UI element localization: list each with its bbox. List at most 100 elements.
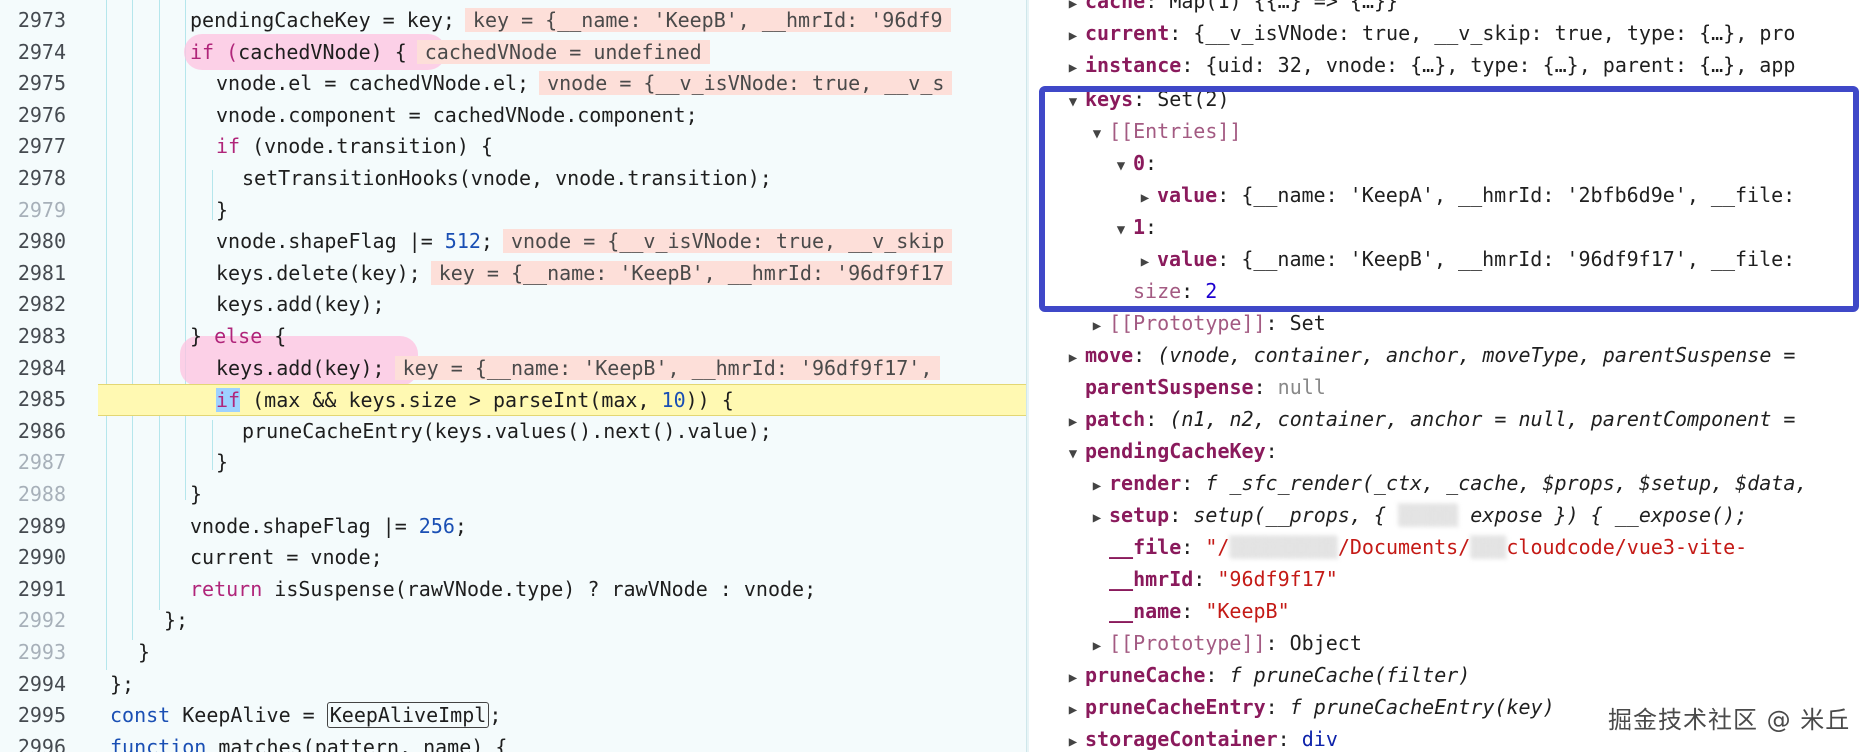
property-key: current	[1085, 21, 1170, 45]
scope-row[interactable]: ▶ pruneCache: f pruneCache(filter)	[1061, 659, 1471, 694]
code-line[interactable]: }	[0, 479, 1026, 511]
property-key: __file	[1109, 535, 1182, 559]
keyword: else	[214, 324, 263, 348]
inline-debug-value[interactable]: vnode = {__v_isVNode: true, __v_s	[539, 71, 953, 96]
scope-row[interactable]: ▼ pendingCacheKey:	[1061, 435, 1278, 467]
code-text: KeepAlive =	[170, 703, 327, 728]
property-key: pendingCacheKey	[1085, 439, 1266, 463]
code-line[interactable]: }	[0, 195, 1026, 227]
inline-debug-value[interactable]: vnode = {__v_isVNode: true, __v_skip	[502, 229, 953, 254]
scope-row[interactable]: ▶ move: (vnode, container, anchor, moveTy…	[1061, 339, 1796, 374]
scope-row[interactable]: __hmrId: "96df9f17"	[1085, 563, 1338, 595]
scope-row[interactable]: ▶ setup: setup(__props, { ▒▒▒▒▒ expose })…	[1085, 499, 1747, 531]
inline-debug-value[interactable]: cachedVNode = undefined	[416, 39, 710, 64]
code-line[interactable]: vnode.component = cachedVNode.component;	[0, 100, 1026, 132]
code-line[interactable]: keys.add(key);	[0, 289, 1026, 321]
scope-row[interactable]: ▶ storageContainer: div	[1061, 723, 1338, 752]
code-line[interactable]: }	[0, 447, 1026, 479]
separator: :	[1169, 21, 1194, 45]
code-line[interactable]: vnode.shapeFlag |= 512; vnode = {__v_isVN…	[0, 226, 1026, 258]
keyword: return	[190, 576, 263, 601]
scope-row[interactable]: ▶ render: f _sfc_render(_ctx, _cache, $pr…	[1085, 467, 1808, 502]
code-text: }	[190, 482, 203, 506]
code-line[interactable]: keys.add(key); key = {__name: 'KeepB', __…	[0, 353, 1026, 385]
code-line[interactable]: const KeepAlive = KeepAliveImpl;	[0, 700, 1026, 732]
inline-debug-value[interactable]: key = {__name: 'KeepB', __hmrId: '96df9f…	[430, 260, 953, 285]
code-line[interactable]: };	[0, 605, 1026, 637]
code-line[interactable]: if (cachedVNode) {cachedVNode = undefine…	[0, 37, 1026, 69]
keyword: if	[216, 134, 253, 159]
expand-arrow-icon[interactable]: ▶	[1085, 502, 1109, 534]
scope-row[interactable]: ▶ [[Prototype]]: Object	[1085, 627, 1362, 659]
property-key: setup	[1109, 503, 1170, 527]
code-line[interactable]: }	[0, 637, 1026, 669]
code-text: )) {	[685, 388, 734, 413]
code-text: keys.add(key);	[216, 292, 385, 317]
code-text: vnode.shapeFlag |=	[190, 513, 419, 538]
code-line[interactable]: vnode.shapeFlag |= 256;	[0, 511, 1026, 543]
scope-row[interactable]: ▶ patch: (n1, n2, container, anchor = nul…	[1061, 403, 1796, 438]
code-line[interactable]: pendingCacheKey = key; key = {__name: 'Ke…	[0, 5, 1026, 37]
scope-row[interactable]: ▶ cache: Map(1) {{…} => {…}}	[1061, 0, 1398, 17]
code-line[interactable]: } else {	[0, 321, 1026, 353]
current-execution-line[interactable]: if (max && keys.size > parseInt(max, 10)…	[98, 384, 1026, 416]
property-value: Map(1) {{…} => {…}}	[1169, 0, 1399, 13]
code-text: ;	[454, 513, 467, 538]
scope-row[interactable]: __name: "KeepB"	[1085, 595, 1290, 627]
code-text: }	[190, 324, 215, 348]
property-key: [[Prototype]]	[1109, 311, 1266, 335]
property-value: "KeepB"	[1205, 599, 1290, 623]
source-editor[interactable]: 2973 2974 2975 2976 2977 2978 2979 2980 …	[0, 0, 1026, 752]
property-key: parentSuspense	[1085, 375, 1254, 399]
property-value: /Documents/	[1337, 535, 1471, 559]
separator: :	[1145, 407, 1170, 431]
code-line[interactable]: vnode.el = cachedVNode.el; vnode = {__v_i…	[0, 68, 1026, 100]
expand-arrow-icon[interactable]: ▶	[1085, 470, 1109, 502]
separator: :	[1277, 727, 1302, 751]
code-text: (vnode.transition) {	[252, 134, 493, 159]
symbol-highlight[interactable]: KeepAliveImpl	[326, 702, 490, 729]
annotation-box	[1039, 86, 1859, 312]
code-text: };	[164, 608, 189, 633]
separator: :	[1193, 567, 1218, 591]
code-text: }	[216, 197, 229, 222]
scope-row[interactable]: ▶ pruneCacheEntry: f pruneCacheEntry(key)	[1061, 691, 1555, 723]
expand-arrow-icon[interactable]: ▶	[1085, 310, 1109, 342]
property-key: render	[1109, 471, 1182, 495]
scope-row[interactable]: __file: "/▒▒▒▒▒▒▒▒▒/Documents/▒▒▒cloudco…	[1085, 531, 1747, 563]
property-key: __name	[1109, 599, 1182, 623]
code-line[interactable]: if (vnode.transition) {	[0, 131, 1026, 163]
line-number[interactable]: 2985	[0, 384, 66, 416]
code-text: {	[262, 324, 287, 348]
code-line[interactable]: };	[0, 669, 1026, 701]
separator: :	[1145, 0, 1170, 13]
code-line[interactable]: current = vnode;	[0, 542, 1026, 574]
expand-arrow-icon[interactable]: ▶	[1061, 726, 1085, 752]
expand-arrow-icon[interactable]: ▶	[1061, 406, 1085, 438]
scope-row[interactable]: ▶ current: {__v_isVNode: true, __v_skip: …	[1061, 17, 1796, 52]
code-text: (max && keys.size > parseInt(max,	[240, 388, 662, 413]
inline-debug-value[interactable]: key = {__name: 'KeepB', __hmrId: '96df9	[464, 8, 951, 32]
property-key: cache	[1085, 0, 1146, 13]
keyword: function	[110, 734, 207, 752]
property-key: patch	[1085, 407, 1146, 431]
expand-arrow-icon[interactable]: ▶	[1061, 20, 1085, 52]
inline-debug-value[interactable]: key = {__name: 'KeepB', __hmrId: '96df9f…	[394, 355, 941, 380]
expand-arrow-icon[interactable]: ▶	[1061, 342, 1085, 374]
code-line[interactable]: keys.delete(key); key = {__name: 'KeepB',…	[0, 258, 1026, 290]
collapse-arrow-icon[interactable]: ▼	[1061, 438, 1085, 470]
code-text: keys.delete(key);	[216, 260, 421, 285]
code-line[interactable]: pruneCacheEntry(keys.values().next().val…	[0, 416, 1026, 448]
code-line[interactable]: function matches(pattern, name) {	[0, 732, 1026, 752]
scope-row[interactable]: parentSuspense: null	[1061, 371, 1326, 403]
code-text: pendingCacheKey = key;	[190, 8, 455, 32]
code-line[interactable]: setTransitionHooks(vnode, vnode.transiti…	[0, 163, 1026, 195]
expand-arrow-icon[interactable]: ▶	[1061, 694, 1085, 726]
number-literal: 10	[661, 388, 686, 413]
expand-arrow-icon[interactable]: ▶	[1061, 52, 1085, 84]
expand-arrow-icon[interactable]: ▶	[1061, 662, 1085, 694]
code-text: vnode.el = cachedVNode.el;	[216, 71, 530, 96]
scope-row[interactable]: ▶ instance: {uid: 32, vnode: {…}, type: {…	[1061, 49, 1796, 84]
expand-arrow-icon[interactable]: ▶	[1085, 630, 1109, 662]
code-line[interactable]: return isSuspense(rawVNode.type) ? rawVN…	[0, 574, 1026, 606]
